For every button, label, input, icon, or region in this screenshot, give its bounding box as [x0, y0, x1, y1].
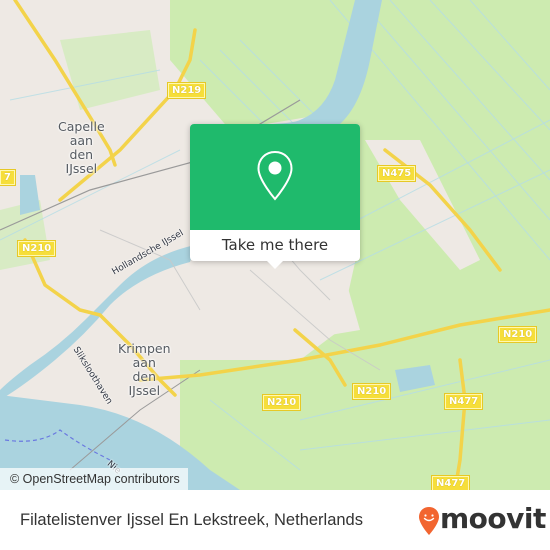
park-area: [60, 30, 160, 110]
moovit-brand[interactable]: moovit: [440, 500, 546, 538]
popup-header: [190, 124, 360, 230]
map-pin-icon: [257, 150, 293, 201]
place-title: Filatelistenver Ijssel En Lekstreek, Net…: [20, 511, 363, 529]
take-me-there-button[interactable]: Take me there: [190, 230, 360, 261]
road-shield-n477: N477: [432, 476, 470, 490]
road-shield-n477: 7: [0, 170, 15, 185]
road-shield-n210: N210: [499, 327, 537, 342]
road-shield-n475: N475: [378, 166, 416, 181]
water-body: [20, 175, 40, 215]
place-label-krimpen: Krimpen aan den IJssel: [118, 341, 171, 398]
road-shield-n210: N210: [353, 384, 391, 399]
popup-pointer: [267, 261, 283, 269]
map-attribution[interactable]: © OpenStreetMap contributors: [0, 468, 188, 490]
road-shield-n477: N477: [445, 394, 483, 409]
road-shield-n210: N210: [263, 395, 301, 410]
place-label-capelle: Capelle aan den IJssel: [58, 119, 105, 176]
map-canvas[interactable]: Capelle aan den IJssel Krimpen aan den I…: [0, 0, 550, 490]
footer-bar: Filatelistenver Ijssel En Lekstreek, Net…: [0, 490, 550, 550]
location-popup[interactable]: Take me there: [190, 124, 360, 269]
road-shield-n210: N210: [18, 241, 56, 256]
road-shield-n219: N219: [168, 83, 206, 98]
moovit-logo-icon: [419, 507, 439, 535]
